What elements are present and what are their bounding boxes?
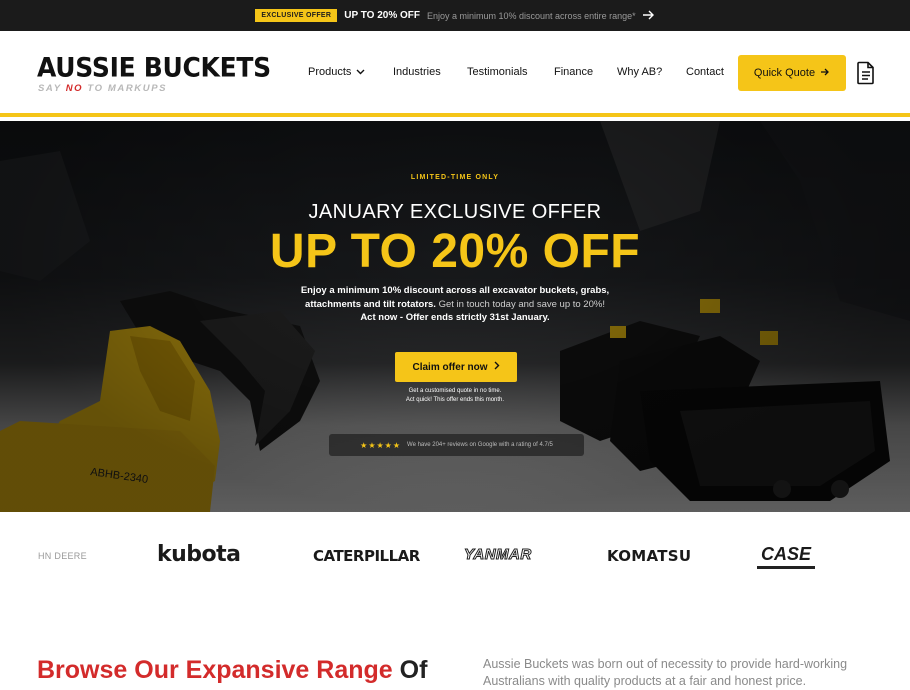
browse-heading-accent: Browse Our Expansive Range bbox=[37, 656, 393, 684]
hero-title: UP TO 20% OFF bbox=[269, 225, 641, 278]
hero-subtitle: JANUARY EXCLUSIVE OFFER bbox=[308, 201, 602, 223]
brand-caterpillar: CATERPILLAR bbox=[313, 547, 420, 565]
tagline-rest: TO MARKUPS bbox=[83, 83, 168, 94]
nav-contact[interactable]: Contact bbox=[686, 66, 724, 78]
promo-bar[interactable]: EXCLUSIVE OFFER UP TO 20% OFF Enjoy a mi… bbox=[0, 0, 910, 31]
about-text: Aussie Buckets was born out of necessity… bbox=[483, 657, 848, 688]
rating-stars-icon: ★★★★★ bbox=[360, 440, 402, 450]
claim-offer-button[interactable]: Claim offer now bbox=[395, 352, 517, 382]
google-reviews-badge[interactable]: ★★★★★ We have 204+ reviews on Google wit… bbox=[329, 434, 584, 456]
hero-kicker: LIMITED-TIME ONLY bbox=[410, 174, 500, 181]
hero-banner: ABHB-2340 LIMITED-TIME ONLY JANUARY EXCL… bbox=[0, 121, 910, 512]
site-header: AUSSIE BUCKETS SAY NO TO MARKUPS Product… bbox=[0, 31, 910, 117]
brand-john-deere: HN DEERE bbox=[38, 551, 87, 561]
arrow-right-icon bbox=[642, 9, 655, 23]
nav-why-ab[interactable]: Why AB? bbox=[617, 66, 662, 78]
quick-quote-button[interactable]: Quick Quote bbox=[738, 55, 846, 91]
quick-quote-label: Quick Quote bbox=[753, 67, 816, 79]
brand-komatsu: KOMATSU bbox=[607, 547, 692, 565]
tagline-no: NO bbox=[65, 83, 84, 94]
brand-kubota: kubota bbox=[157, 542, 241, 567]
hero-note-line1: Get a customised quote in no time. bbox=[408, 388, 502, 394]
hero-desc-line2: attachments and tilt rotators. Get in to… bbox=[0, 298, 910, 312]
hero-desc-line1: Enjoy a minimum 10% discount across all … bbox=[300, 285, 610, 296]
hero-note-line2: Act quick! This offer ends this month. bbox=[405, 397, 505, 403]
logo-tagline: SAY NO TO MARKUPS bbox=[38, 83, 167, 94]
claim-offer-label: Claim offer now bbox=[412, 361, 488, 373]
brand-yanmar: YANMAR bbox=[464, 546, 532, 564]
hero-desc-line2a: attachments and tilt rotators. bbox=[305, 298, 436, 310]
hero-note: Get a customised quote in no time. Act q… bbox=[0, 387, 910, 405]
promo-badge: EXCLUSIVE OFFER bbox=[255, 9, 338, 22]
document-icon[interactable] bbox=[856, 61, 876, 85]
chevron-right-icon bbox=[494, 361, 500, 373]
brand-case: CASE bbox=[757, 544, 816, 569]
nav-products[interactable]: Products bbox=[308, 66, 365, 78]
promo-title: UP TO 20% OFF bbox=[344, 10, 420, 21]
logo[interactable]: AUSSIE BUCKETS bbox=[37, 52, 271, 82]
arrow-right-icon bbox=[821, 67, 830, 79]
brand-logos-strip: HN DEERE kubota CATERPILLAR YANMAR KOMAT… bbox=[0, 512, 910, 602]
hero-desc-line3: Act now - Offer ends strictly 31st Janua… bbox=[360, 312, 550, 323]
nav-products-label: Products bbox=[308, 66, 352, 78]
hero-description: Enjoy a minimum 10% discount across all … bbox=[0, 284, 910, 325]
hero-desc-line2b: Get in touch today and save up to 20%! bbox=[435, 298, 605, 310]
browse-heading: Browse Our Expansive Range Of bbox=[37, 656, 427, 685]
nav-industries[interactable]: Industries bbox=[393, 66, 441, 78]
browse-heading-rest: Of bbox=[392, 656, 428, 684]
chevron-down-icon bbox=[356, 67, 365, 77]
promo-text: Enjoy a minimum 10% discount across enti… bbox=[427, 10, 636, 21]
nav-testimonials[interactable]: Testimonials bbox=[467, 66, 528, 78]
reviews-text: We have 204+ reviews on Google with a ra… bbox=[407, 442, 553, 448]
nav-finance[interactable]: Finance bbox=[554, 66, 593, 78]
tagline-say: SAY bbox=[38, 83, 66, 94]
